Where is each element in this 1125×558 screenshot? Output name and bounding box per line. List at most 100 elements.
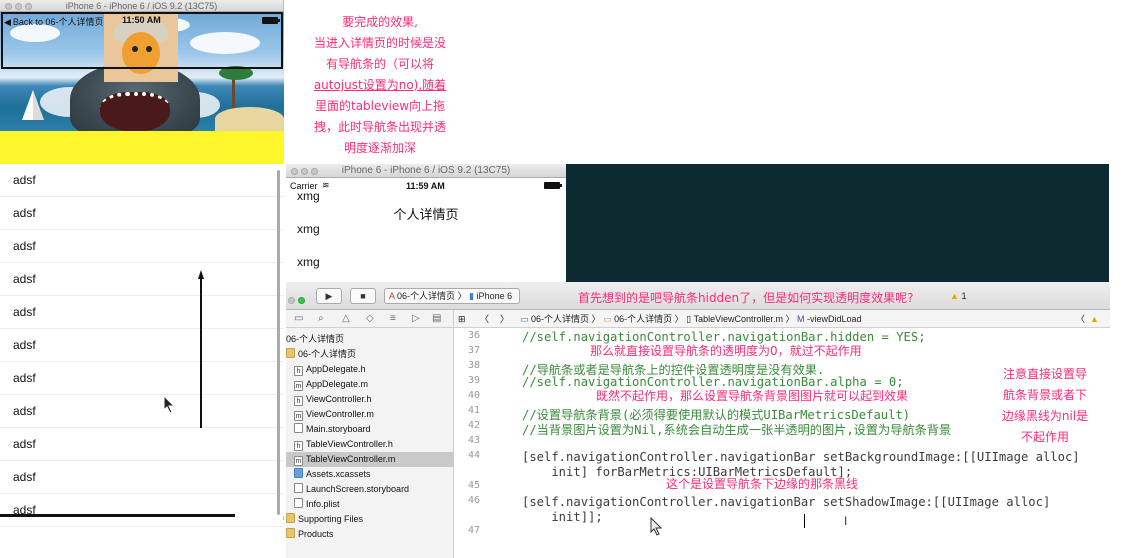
project-navigator: ▭ ⌕ △ ◇ ≡ ▷ ▤ 06-个人详情页 06-个人详情页 h AppDelega… (286, 310, 454, 558)
table-view[interactable]: adsf adsf adsf adsf adsf adsf adsf adsf adsf adsf… (0, 164, 284, 527)
line-number: 38 (467, 360, 480, 371)
list-item[interactable]: xmg (297, 189, 320, 203)
table-row[interactable]: adsf (0, 197, 284, 230)
file-item-label: Products (298, 529, 334, 539)
file-item-label: Main.storyboard (306, 424, 371, 434)
folder-icon: ▭ (520, 314, 529, 324)
table-row-label: adsf (13, 404, 36, 418)
report-icon[interactable]: ▤ (432, 313, 441, 324)
line-number: 41 (467, 405, 480, 416)
table-row[interactable]: adsf (0, 329, 284, 362)
breadcrumb[interactable]: ▭ 06-个人详情页 〉 ▭ 06-个人详情页 〉 ▯ TableViewCon… (520, 310, 862, 328)
table-row[interactable]: adsf (0, 362, 284, 395)
run-button[interactable]: ▶ (316, 288, 342, 304)
breakpoint-icon[interactable]: ▷ (412, 313, 420, 324)
list-item[interactable]: xmg (297, 255, 320, 269)
line-number: 42 (467, 420, 480, 431)
code-line[interactable]: [self.navigationController.navigationBar… (522, 450, 1080, 464)
target-icon: A (389, 291, 395, 301)
status-time: 11:59 AM (406, 181, 445, 191)
status-bar: Carrier ≋ 11:59 AM (286, 178, 566, 192)
ibeam-cursor-icon: I (844, 514, 848, 528)
table-row-label: adsf (13, 239, 36, 253)
table-row-label: adsf (13, 470, 36, 484)
table-row[interactable]: adsf (0, 164, 284, 197)
warning-icon[interactable]: △ (342, 313, 350, 324)
file-item-label: Assets.xcassets (306, 469, 371, 479)
table-row[interactable]: adsf (0, 494, 284, 527)
test-icon[interactable]: ◇ (366, 313, 374, 324)
wifi-icon: ≋ (322, 180, 330, 190)
scrollbar[interactable] (277, 170, 280, 515)
table-row-label: adsf (13, 437, 36, 451)
chevron-right-icon[interactable]: 〉 (500, 310, 509, 328)
file-item[interactable]: m TableViewController.m (286, 452, 454, 467)
table-row[interactable]: adsf (0, 461, 284, 494)
battery-icon (544, 182, 562, 189)
arrow-up-icon (198, 270, 204, 428)
table-row[interactable]: adsf (0, 395, 284, 428)
file-item[interactable]: Assets.xcassets (286, 467, 454, 482)
table-row[interactable]: adsf (0, 263, 284, 296)
document-icon (294, 423, 303, 433)
m-file-icon: m (294, 411, 303, 421)
line-number: 39 (467, 375, 480, 386)
table-row[interactable]: adsf (0, 230, 284, 263)
file-item[interactable]: 06-个人详情页 (286, 332, 454, 347)
file-item[interactable]: Info.plist (286, 497, 454, 512)
bottom-edge (0, 514, 235, 517)
code-line[interactable]: //当背景图片设置为Nil,系统会自动生成一张半透明的图片,设置为导航条背景 (522, 420, 951, 438)
simulator-title: iPhone 6 - iPhone 6 / iOS 9.2 (13C75) (65, 1, 218, 11)
jump-bar: ⊞ 〈 〉 ▭ 06-个人详情页 〉 ▭ 06-个人详情页 〉 ▯ TableV… (454, 310, 1110, 328)
file-item[interactable]: Supporting Files (286, 512, 454, 527)
island (215, 107, 284, 131)
line-number-gutter: 36 37 38 39 40 41 42 43 44 45 46 47 (454, 328, 484, 558)
file-item[interactable]: m AppDelegate.m (286, 377, 454, 392)
folder-icon[interactable]: ▭ (294, 313, 303, 324)
folder-icon (286, 528, 295, 538)
scheme-selector[interactable]: A 06-个人详情页 〉 ▮ iPhone 6 (384, 288, 520, 304)
line-number: 37 (467, 345, 480, 356)
zoom-light[interactable] (298, 297, 305, 304)
file-item[interactable]: LaunchScreen.storyboard (286, 482, 454, 497)
file-item[interactable]: Products (286, 527, 454, 542)
back-button[interactable]: ◀ Back to 06-个人详情页 (4, 15, 103, 28)
annotation-background-image: 既然不起作用，那么设置导航条背景图图片就可以起到效果 (596, 389, 909, 403)
table-row[interactable]: adsf (0, 428, 284, 461)
table-row[interactable]: adsf (0, 296, 284, 329)
yellow-header-band (0, 131, 284, 164)
h-file-icon: h (294, 441, 303, 451)
chevron-left-icon[interactable]: 〈 (1076, 310, 1085, 328)
file-item-label: ViewController.m (306, 409, 374, 419)
code-line[interactable]: [self.navigationController.navigationBar… (522, 495, 1050, 509)
status-time: 11:50 AM (122, 15, 161, 25)
code-line[interactable]: init]]; (522, 510, 602, 524)
search-icon[interactable]: ⌕ (318, 313, 324, 324)
file-item[interactable]: h ViewController.h (286, 392, 454, 407)
annotation-goal: 要完成的效果, 当进入详情页的时候是没 有导航条的（可以将 autojust设置… (313, 15, 447, 155)
file-item[interactable]: h AppDelegate.h (286, 362, 454, 377)
h-file-icon: h (294, 366, 303, 376)
file-item[interactable]: 06-个人详情页 (286, 347, 454, 362)
file-item[interactable]: h TableViewController.h (286, 437, 454, 452)
chevron-left-icon[interactable]: 〈 (480, 310, 489, 328)
assets-icon (294, 468, 303, 478)
debug-icon[interactable]: ≡ (390, 313, 396, 324)
warning-icon[interactable]: ▲ (1090, 310, 1099, 328)
chevron-right-icon: 〉 (457, 291, 467, 301)
file-item[interactable]: m ViewController.m (286, 407, 454, 422)
file-item-label: TableViewController.m (306, 454, 396, 464)
table-row-label: adsf (13, 206, 36, 220)
stop-button[interactable]: ■ (350, 288, 376, 304)
annotation-alpha: 那么就直接设置导航条的透明度为0，就过不起作用 (590, 344, 862, 358)
file-item[interactable]: Main.storyboard (286, 422, 454, 437)
simulator-titlebar: iPhone 6 - iPhone 6 / iOS 9.2 (13C75) (286, 164, 566, 178)
list-item[interactable]: xmg (297, 222, 320, 236)
minimize-light[interactable] (288, 297, 295, 304)
xcode-window: ▶ ■ A 06-个人详情页 〉 ▮ iPhone 6 ▲ 1 ▭ ⌕ △ ◇ … (286, 282, 1110, 558)
simulator-detail-page: iPhone 6 - iPhone 6 / iOS 9.2 (13C75) ◀ B… (0, 0, 284, 527)
grid-icon[interactable]: ⊞ (458, 310, 466, 328)
warning-badge[interactable]: ▲ 1 (950, 288, 980, 304)
desktop-background (566, 164, 1109, 282)
line-number: 36 (467, 330, 480, 341)
